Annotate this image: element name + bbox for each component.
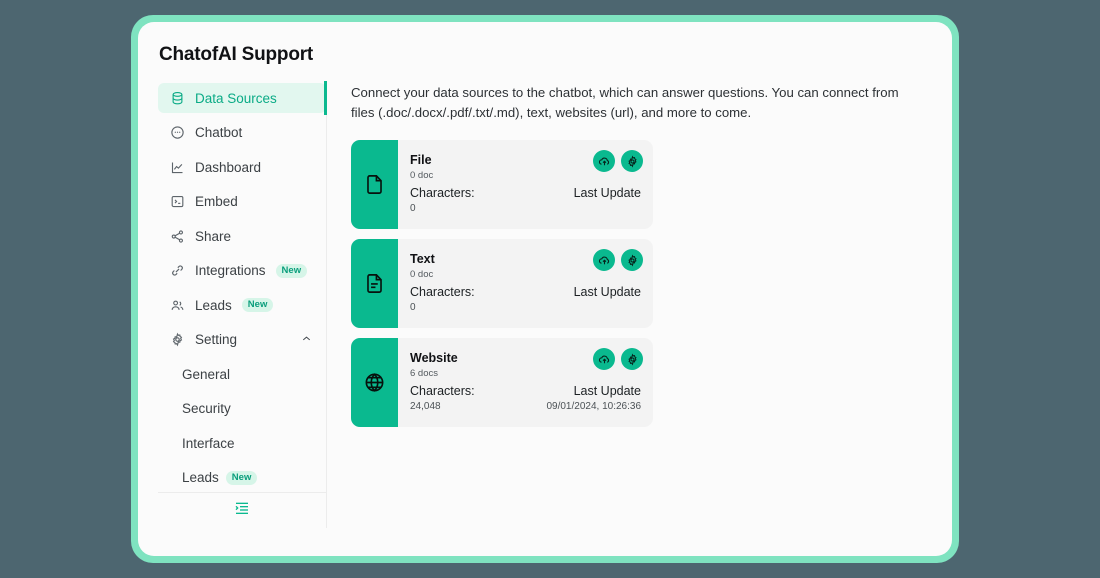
new-badge: New	[275, 263, 308, 278]
share-icon	[170, 229, 185, 244]
cloud-upload-icon[interactable]	[593, 150, 615, 172]
gear-icon[interactable]	[621, 249, 643, 271]
main-content: Connect your data sources to the chatbot…	[330, 83, 936, 427]
sidebar-subitem-label: Interface	[182, 435, 235, 451]
terminal-icon	[170, 194, 185, 209]
page-title: ChatofAI Support	[159, 44, 314, 65]
card-stats: Characters: 0 Last Update	[410, 185, 641, 214]
card-last-update: Last Update	[574, 284, 641, 313]
sidebar-item-label: Setting	[195, 332, 238, 347]
card-body: File 0 doc Characters: 0 Last Update	[398, 140, 653, 229]
gear-icon	[170, 332, 185, 347]
card-characters: Characters: 24,048	[410, 383, 475, 412]
characters-label: Characters:	[410, 384, 475, 398]
file-icon	[351, 140, 398, 229]
sidebar-item-chatbot[interactable]: Chatbot	[158, 118, 326, 148]
card-text[interactable]: Text 0 doc Characters: 0 Last Update	[351, 239, 653, 328]
last-update-value: 09/01/2024, 10:26:36	[546, 401, 641, 412]
last-update-label: Last Update	[573, 285, 641, 299]
chevron-up-icon[interactable]	[301, 332, 312, 347]
card-body: Text 0 doc Characters: 0 Last Update	[398, 239, 653, 328]
card-file[interactable]: File 0 doc Characters: 0 Last Update	[351, 140, 653, 229]
sidebar-subitem-label: Leads	[182, 470, 219, 485]
last-update-label: Last Update	[573, 384, 641, 398]
app-window: ChatofAI Support Data Sources Chatbot Da…	[138, 22, 952, 556]
chat-bubble-icon	[170, 125, 185, 140]
card-actions	[593, 150, 643, 172]
sidebar-subitem-leads[interactable]: Leads New	[158, 463, 326, 493]
sidebar-subitem-label: Security	[182, 401, 231, 416]
card-stats: Characters: 0 Last Update	[410, 284, 641, 313]
gear-icon[interactable]	[621, 150, 643, 172]
sidebar: Data Sources Chatbot Dashboard Embed Sha…	[158, 81, 327, 528]
data-source-cards: File 0 doc Characters: 0 Last Update Tex…	[330, 140, 936, 427]
new-badge: New	[225, 470, 258, 485]
sidebar-item-label: Share	[195, 228, 232, 244]
sidebar-subitem-interface[interactable]: Interface	[158, 428, 326, 458]
link-icon	[170, 263, 185, 278]
sidebar-subitem-general[interactable]: General	[158, 359, 326, 389]
card-actions	[593, 249, 643, 271]
page-description: Connect your data sources to the chatbot…	[351, 85, 899, 120]
card-stats: Characters: 24,048 Last Update 09/01/202…	[410, 383, 641, 412]
sidebar-item-label: Dashboard	[195, 159, 262, 175]
characters-value: 0	[410, 203, 416, 214]
card-actions	[593, 348, 643, 370]
card-characters: Characters: 0	[410, 185, 475, 214]
sidebar-item-data-sources[interactable]: Data Sources	[158, 81, 327, 115]
card-last-update: Last Update	[574, 185, 641, 214]
sidebar-item-integrations[interactable]: Integrations New	[158, 256, 326, 286]
chart-icon	[170, 160, 185, 175]
new-badge: New	[241, 298, 274, 312]
gear-icon[interactable]	[621, 348, 643, 370]
sidebar-item-label: Data Sources	[195, 90, 277, 106]
app-frame: ChatofAI Support Data Sources Chatbot Da…	[131, 15, 959, 563]
sidebar-item-label: Leads	[195, 297, 232, 313]
sidebar-item-label: Embed	[195, 194, 238, 209]
sidebar-item-label: Chatbot	[195, 125, 243, 140]
sidebar-item-setting[interactable]: Setting	[158, 325, 326, 355]
card-characters: Characters: 0	[410, 284, 475, 313]
characters-label: Characters:	[410, 186, 475, 200]
sidebar-item-share[interactable]: Share	[158, 221, 326, 251]
cloud-upload-icon[interactable]	[593, 249, 615, 271]
card-website[interactable]: Website 6 docs Characters: 24,048 Last U…	[351, 338, 653, 427]
text-file-icon	[351, 239, 398, 328]
sidebar-subitem-label: General	[182, 366, 231, 382]
sidebar-item-label: Integrations	[195, 263, 266, 278]
people-icon	[170, 298, 185, 313]
collapse-menu-icon[interactable]	[234, 500, 250, 521]
sidebar-item-dashboard[interactable]: Dashboard	[158, 152, 326, 182]
last-update-label: Last Update	[573, 186, 641, 200]
cloud-upload-icon[interactable]	[593, 348, 615, 370]
globe-icon	[351, 338, 398, 427]
card-last-update: Last Update 09/01/2024, 10:26:36	[546, 383, 641, 412]
sidebar-item-leads[interactable]: Leads New	[158, 290, 326, 320]
characters-value: 24,048	[410, 401, 441, 412]
characters-value: 0	[410, 302, 416, 313]
sidebar-item-embed[interactable]: Embed	[158, 187, 326, 217]
sidebar-subitem-security[interactable]: Security	[158, 394, 326, 424]
card-body: Website 6 docs Characters: 24,048 Last U…	[398, 338, 653, 427]
sidebar-footer	[158, 492, 326, 528]
characters-label: Characters:	[410, 285, 475, 299]
database-icon	[170, 91, 185, 106]
